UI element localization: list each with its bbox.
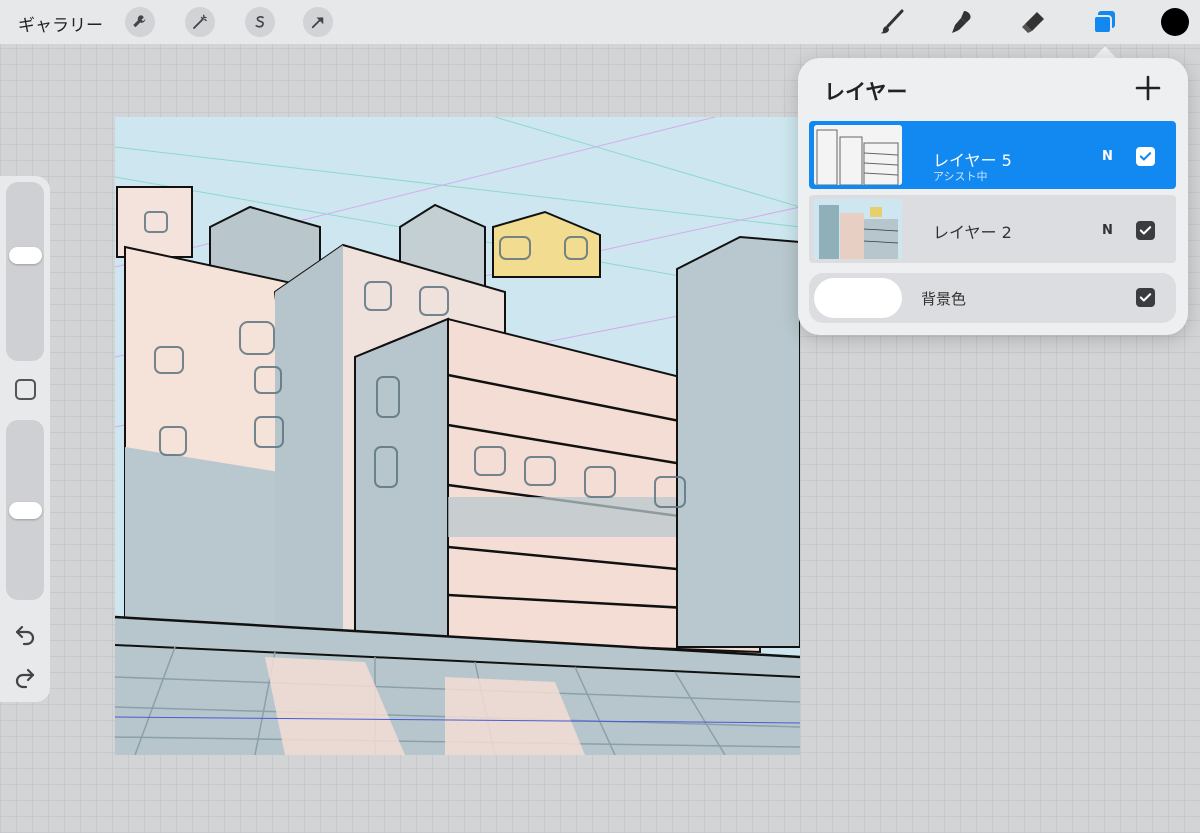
layer-name: 背景色: [921, 290, 967, 308]
brush-size-handle[interactable]: [9, 246, 42, 264]
checkmark-icon: [1139, 226, 1152, 235]
layers-panel: レイヤー レイヤー 5 アシスト中 N レイヤー 2 N 背景色: [798, 58, 1188, 335]
visibility-checkbox[interactable]: [1136, 288, 1155, 307]
redo-icon[interactable]: [13, 665, 37, 689]
undo-icon[interactable]: [13, 622, 37, 646]
layer-thumbnail: [814, 199, 902, 259]
selection-icon[interactable]: [245, 7, 275, 37]
checkmark-icon: [1139, 293, 1152, 302]
layer-row-layer-2[interactable]: レイヤー 2 N: [809, 195, 1176, 263]
blend-mode-button[interactable]: N: [1102, 149, 1113, 164]
modify-button[interactable]: [15, 379, 36, 400]
layers-icon[interactable]: [1088, 6, 1120, 38]
visibility-checkbox[interactable]: [1136, 221, 1155, 240]
checkmark-icon: [1139, 152, 1152, 161]
eraser-icon[interactable]: [1017, 6, 1049, 38]
brush-size-slider[interactable]: [6, 182, 44, 361]
transform-arrow-icon[interactable]: [303, 7, 333, 37]
layer-row-layer-5[interactable]: レイヤー 5 アシスト中 N: [809, 121, 1176, 189]
gallery-button[interactable]: ギャラリー: [18, 11, 103, 36]
layers-panel-title: レイヤー: [824, 80, 908, 104]
wrench-icon[interactable]: [125, 7, 155, 37]
drawing-canvas[interactable]: [115, 117, 800, 755]
smudge-icon[interactable]: [946, 6, 978, 38]
layer-subtitle: アシスト中: [933, 170, 988, 183]
layer-thumbnail: [814, 125, 902, 185]
magic-wand-icon[interactable]: [185, 7, 215, 37]
visibility-checkbox[interactable]: [1136, 147, 1155, 166]
left-sidebar: [0, 176, 50, 702]
add-layer-icon[interactable]: [1134, 74, 1162, 102]
brush-icon[interactable]: [876, 6, 908, 38]
top-toolbar: ギャラリー: [0, 0, 1200, 44]
background-color-swatch[interactable]: [814, 278, 902, 318]
opacity-handle[interactable]: [9, 501, 42, 519]
artwork-illustration: [115, 117, 800, 755]
layer-name: レイヤー 2: [933, 223, 1012, 242]
color-picker-button[interactable]: [1161, 8, 1189, 36]
layer-row-background[interactable]: 背景色: [809, 273, 1176, 323]
blend-mode-button[interactable]: N: [1102, 223, 1113, 238]
